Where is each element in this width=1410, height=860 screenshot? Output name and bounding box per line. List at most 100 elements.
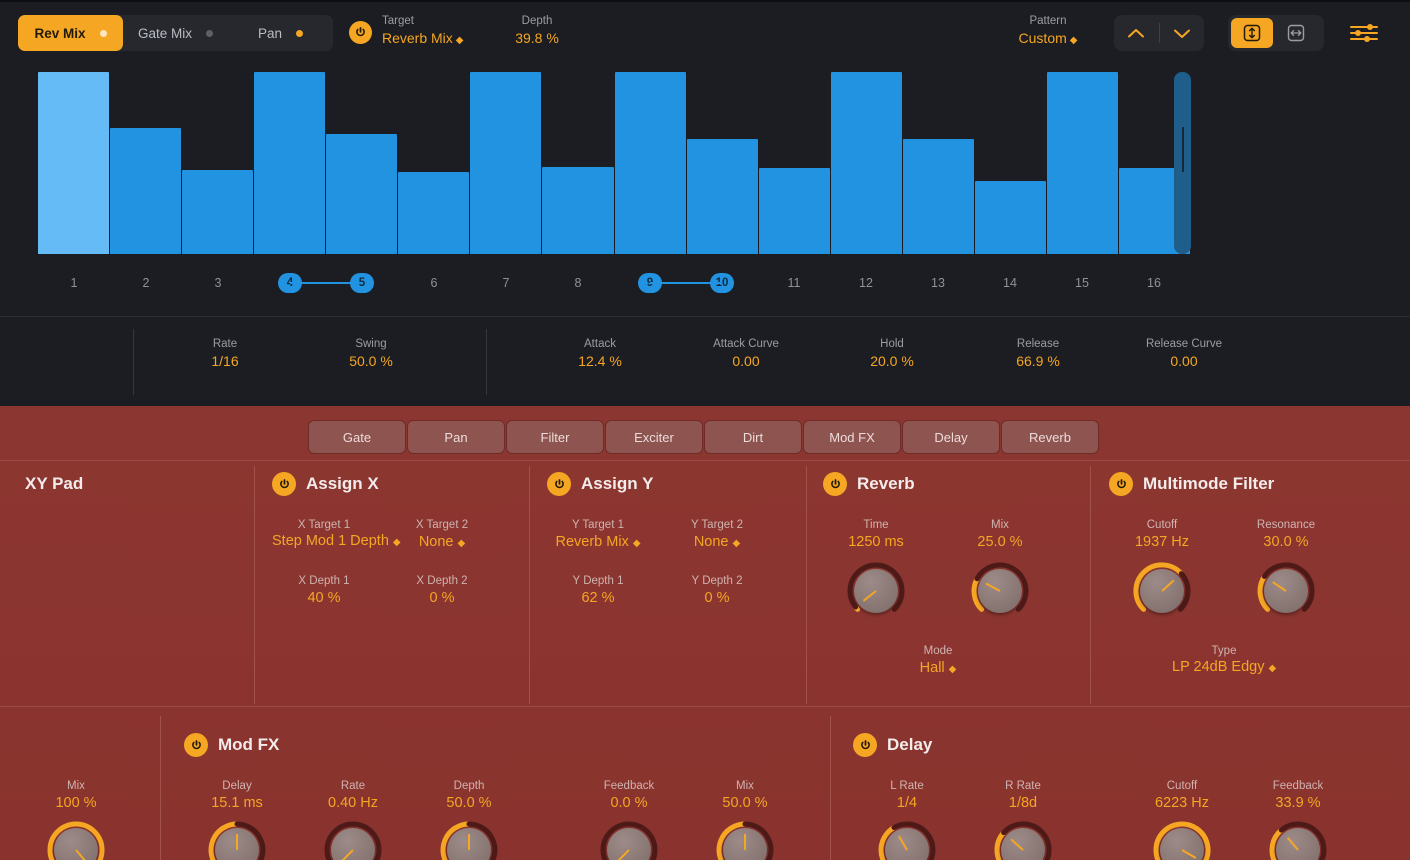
power-icon[interactable] xyxy=(184,733,208,757)
step-number[interactable]: 3 xyxy=(182,276,254,290)
modfx-mix-knob[interactable] xyxy=(714,819,776,860)
x-target-1-control[interactable]: X Target 1 Step Mod 1 Depth ◆ xyxy=(272,518,401,551)
vertical-view-button[interactable] xyxy=(1231,18,1273,48)
step-bar[interactable] xyxy=(470,72,542,254)
depth-value[interactable]: 39.8 % xyxy=(484,29,590,48)
depth-control[interactable]: Depth 39.8 % xyxy=(484,14,590,48)
y-depth-2-value[interactable]: 0 % xyxy=(665,589,769,608)
filter-cutoff-knob[interactable] xyxy=(1131,560,1193,622)
step-number[interactable]: 16 xyxy=(1118,276,1190,290)
step-bar[interactable] xyxy=(182,170,254,254)
pattern-next-button[interactable] xyxy=(1160,15,1205,51)
delay-r-rate-knob[interactable] xyxy=(992,819,1054,860)
step-number[interactable]: 2 xyxy=(110,276,182,290)
power-icon[interactable] xyxy=(272,472,296,496)
step-number[interactable]: 1 xyxy=(38,276,110,290)
power-icon[interactable] xyxy=(823,472,847,496)
fx-tab-filter[interactable]: Filter xyxy=(506,420,604,454)
mod-slot-segmented-control[interactable]: Rev Mix Gate Mix Pan xyxy=(18,15,333,51)
env-param-attack[interactable]: Attack 12.4 % xyxy=(548,337,652,371)
step-number[interactable]: 14 xyxy=(974,276,1046,290)
step-bar[interactable] xyxy=(38,72,110,254)
exciter-mix-knob[interactable] xyxy=(45,819,107,860)
modfx-rate-knob[interactable] xyxy=(322,819,384,860)
filter-cutoff-value[interactable]: 1937 Hz xyxy=(1110,533,1214,552)
step-number[interactable]: 12 xyxy=(830,276,902,290)
target-value[interactable]: Reverb Mix ◆ xyxy=(382,29,464,50)
env-param-value[interactable]: 12.4 % xyxy=(548,352,652,371)
fx-tab-dirt[interactable]: Dirt xyxy=(704,420,802,454)
segment-pan[interactable]: Pan xyxy=(228,15,333,51)
step-sequencer[interactable]: 12345678910111213141516 xyxy=(0,64,1410,316)
power-icon[interactable] xyxy=(1109,472,1133,496)
delay-l-rate-value[interactable]: 1/4 xyxy=(876,794,938,813)
modfx-rate-value[interactable]: 0.40 Hz xyxy=(322,794,384,813)
modfx-depth-value[interactable]: 50.0 % xyxy=(438,794,500,813)
modfx-feedback-knob[interactable] xyxy=(598,819,660,860)
step-bar[interactable] xyxy=(614,72,686,254)
segment-rev-mix[interactable]: Rev Mix xyxy=(18,15,123,51)
x-target-2-control[interactable]: X Target 2 None ◆ xyxy=(390,518,494,553)
fx-tab-exciter[interactable]: Exciter xyxy=(605,420,703,454)
step-tie-link[interactable] xyxy=(290,282,362,284)
env-param-value[interactable]: 50.0 % xyxy=(319,352,423,371)
horizontal-view-button[interactable] xyxy=(1275,18,1317,48)
step-bar[interactable] xyxy=(758,168,830,254)
delay-l-rate-knob[interactable] xyxy=(876,819,938,860)
filter-type-control[interactable]: Type LP 24dB Edgy ◆ xyxy=(1172,644,1276,677)
step-bar[interactable] xyxy=(686,139,758,254)
reverb-mode-value[interactable]: Hall ◆ xyxy=(886,659,990,679)
y-target-2-value[interactable]: None ◆ xyxy=(665,533,769,553)
modfx-depth-knob[interactable] xyxy=(438,819,500,860)
delay-cutoff-knob[interactable] xyxy=(1151,819,1213,860)
power-icon[interactable] xyxy=(547,472,571,496)
step-bar[interactable] xyxy=(326,133,398,254)
y-depth-1-value[interactable]: 62 % xyxy=(546,589,650,608)
modfx-mix-value[interactable]: 50.0 % xyxy=(714,794,776,813)
env-param-attack-curve[interactable]: Attack Curve 0.00 xyxy=(694,337,798,371)
delay-feedback-value[interactable]: 33.9 % xyxy=(1267,794,1329,813)
x-depth-2-control[interactable]: X Depth 2 0 % xyxy=(390,574,494,608)
step-bar[interactable] xyxy=(254,72,326,254)
fx-tab-gate[interactable]: Gate xyxy=(308,420,406,454)
fx-tab-pan[interactable]: Pan xyxy=(407,420,505,454)
x-depth-1-control[interactable]: X Depth 1 40 % xyxy=(272,574,376,608)
env-param-hold[interactable]: Hold 20.0 % xyxy=(840,337,944,371)
step-bar[interactable] xyxy=(830,72,902,254)
vertical-scroll-handle[interactable] xyxy=(1174,72,1191,254)
pattern-control[interactable]: Pattern Custom ◆ xyxy=(996,14,1100,50)
modfx-delay-value[interactable]: 15.1 ms xyxy=(206,794,268,813)
step-bar[interactable] xyxy=(1046,72,1118,254)
env-param-value[interactable]: 0.00 xyxy=(694,352,798,371)
fx-tab-mod-fx[interactable]: Mod FX xyxy=(803,420,901,454)
step-number[interactable]: 8 xyxy=(542,276,614,290)
env-param-rate[interactable]: Rate 1/16 xyxy=(173,337,277,371)
y-target-1-control[interactable]: Y Target 1 Reverb Mix ◆ xyxy=(546,518,650,553)
y-depth-2-control[interactable]: Y Depth 2 0 % xyxy=(665,574,769,608)
x-target-1-value[interactable]: Step Mod 1 Depth ◆ xyxy=(272,533,401,551)
exciter-mix-value[interactable]: 100 % xyxy=(45,794,107,813)
env-param-release-curve[interactable]: Release Curve 0.00 xyxy=(1132,337,1236,371)
delay-r-rate-value[interactable]: 1/8d xyxy=(992,794,1054,813)
modfx-feedback-value[interactable]: 0.0 % xyxy=(598,794,660,813)
sliders-icon[interactable] xyxy=(1348,21,1380,45)
x-target-2-value[interactable]: None ◆ xyxy=(390,533,494,553)
filter-resonance-knob[interactable] xyxy=(1255,560,1317,622)
env-param-value[interactable]: 0.00 xyxy=(1132,352,1236,371)
reverb-time-value[interactable]: 1250 ms xyxy=(824,533,928,552)
filter-type-value[interactable]: LP 24dB Edgy ◆ xyxy=(1172,659,1276,677)
power-icon[interactable] xyxy=(853,733,877,757)
env-param-value[interactable]: 66.9 % xyxy=(986,352,1090,371)
env-param-value[interactable]: 1/16 xyxy=(173,352,277,371)
step-tie-link[interactable] xyxy=(650,282,722,284)
y-target-2-control[interactable]: Y Target 2 None ◆ xyxy=(665,518,769,553)
step-number[interactable]: 15 xyxy=(1046,276,1118,290)
pattern-value[interactable]: Custom ◆ xyxy=(996,29,1100,50)
x-depth-1-value[interactable]: 40 % xyxy=(272,589,376,608)
env-param-release[interactable]: Release 66.9 % xyxy=(986,337,1090,371)
step-bars[interactable] xyxy=(38,72,1190,254)
step-bar[interactable] xyxy=(542,166,614,254)
step-bar[interactable] xyxy=(902,139,974,254)
modfx-delay-knob[interactable] xyxy=(206,819,268,860)
filter-resonance-value[interactable]: 30.0 % xyxy=(1234,533,1338,552)
